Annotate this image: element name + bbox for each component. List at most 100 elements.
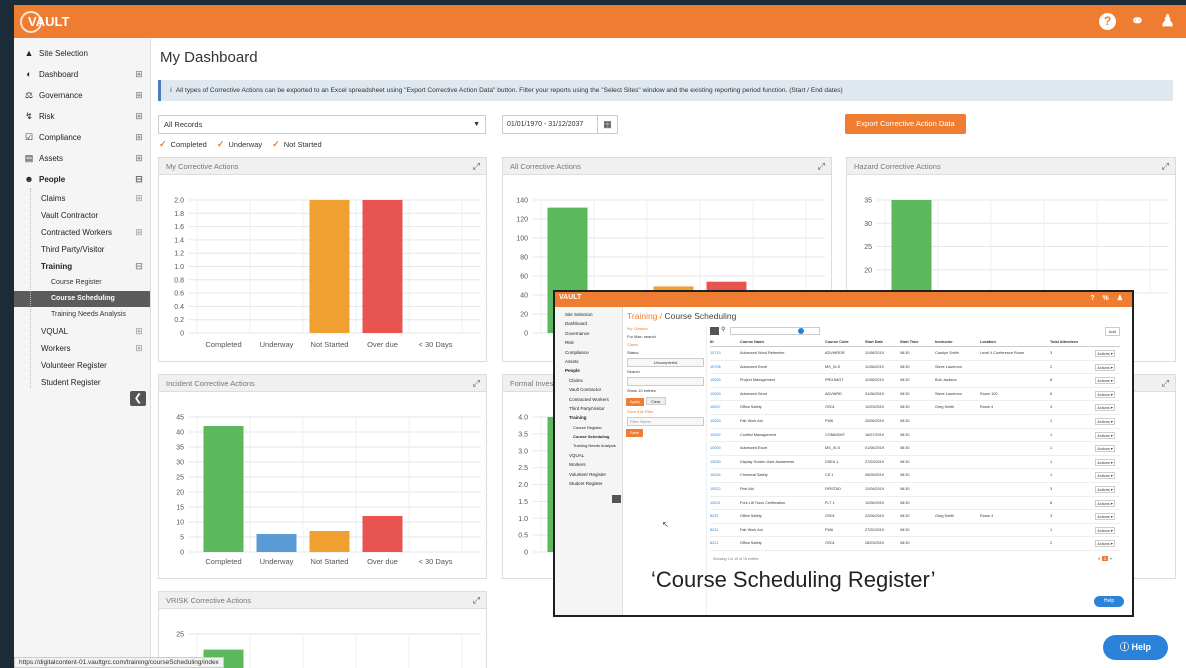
actions-dropdown[interactable]: Actions ▾ [1095, 472, 1115, 480]
overlay-collapse-button[interactable] [612, 495, 621, 503]
overlay-sidebar-item[interactable]: Governance [555, 329, 622, 338]
overlay-sidebar-item[interactable]: Workers [555, 460, 622, 469]
overlay-sidebar-item[interactable]: Course Scheduling [555, 432, 622, 441]
completed-checkbox[interactable]: ✓ Completed [159, 139, 207, 150]
expand-icon[interactable]: ⤢ [1162, 375, 1169, 392]
table-row[interactable]: 10005 Project Management PROJMGT 11/06/2019… [710, 374, 1120, 388]
expand-icon[interactable]: ⊞ [134, 224, 144, 241]
overlay-sidebar-item[interactable]: Course Register [555, 423, 622, 432]
overlay-sidebar-item[interactable]: Vault Contractor [555, 385, 622, 394]
expand-icon[interactable]: ⤢ [473, 592, 480, 609]
sidebar-item-dashboard[interactable]: ◐ Dashboard ⊞ [14, 64, 150, 85]
sidebar-item-course-scheduling[interactable]: Course Scheduling [14, 291, 150, 307]
overlay-sidebar-item[interactable]: Training Needs Analysis [555, 441, 622, 450]
sidebar-item-vqual[interactable]: VQUAL ⊞ [14, 323, 150, 340]
overlay-help-button[interactable]: Help [1094, 596, 1124, 607]
table-row[interactable]: 10706 Advanced Excel MS_XLS 11/06/2019 08:30… [710, 361, 1120, 375]
underway-checkbox[interactable]: ✓ Underway [217, 139, 262, 150]
sidebar-item-workers[interactable]: Workers ⊞ [14, 340, 150, 357]
sidebar-item-volunteer-register[interactable]: Volunteer Register [14, 357, 150, 374]
table-row[interactable]: 8221 Office Safety OS01 28/03/2019 08:30 2 Act… [710, 537, 1120, 551]
apply-button[interactable]: Apply [626, 398, 645, 406]
export-corrective-action-button[interactable]: Export Corrective Action Data [845, 114, 966, 134]
overlay-sidebar-item[interactable]: Third Party/Visitor [555, 404, 622, 413]
expand-icon[interactable]: ⊞ [134, 323, 144, 340]
overlay-sidebar-item[interactable]: Student Register [555, 479, 622, 488]
overlay-sidebar-item[interactable]: Risk [555, 338, 622, 347]
search-icon[interactable]: ⚲ [721, 326, 725, 333]
overlay-sidebar-item[interactable]: People [555, 366, 622, 375]
table-row[interactable]: 10030 Display Screen User Awareness DSEA 1… [710, 456, 1120, 470]
show-entries[interactable]: Show 10 entries [625, 387, 706, 395]
table-row[interactable]: 10007 Office Safety OS01 12/03/2019 08:30 Gre… [710, 401, 1120, 415]
table-row[interactable]: 10713 Advanced Word Refresher ADVWRDR 11/06… [710, 347, 1120, 361]
overlay-sidebar-item[interactable]: Volunteer Register [555, 470, 622, 479]
expand-icon[interactable]: ⤢ [818, 158, 825, 175]
sidebar-item-contracted-workers[interactable]: Contracted Workers ⊞ [14, 224, 150, 241]
table-row[interactable]: 10021 Fork Lift Truck Certification FLT 1 1… [710, 497, 1120, 511]
expand-icon[interactable]: ⊞ [134, 64, 144, 85]
table-row[interactable]: 8231 Fair Work Act FWA 27/02/2019 08:30 1 Acti… [710, 524, 1120, 538]
grid-icon[interactable] [710, 327, 719, 335]
add-button[interactable]: Add [1104, 327, 1120, 336]
actions-dropdown[interactable]: Actions ▾ [1095, 513, 1115, 521]
collapse-icon[interactable]: ⊟ [134, 169, 144, 190]
records-select[interactable]: All Records ▼ [158, 115, 486, 134]
sidebar-item-governance[interactable]: ⚖ Governance ⊞ [14, 85, 150, 106]
actions-dropdown[interactable]: Actions ▾ [1095, 390, 1115, 398]
overlay-sidebar-item[interactable]: Site Selection [555, 310, 622, 319]
actions-dropdown[interactable]: Actions ▾ [1095, 526, 1115, 534]
overlay-sidebar-item[interactable]: Contracted Workers [555, 395, 622, 404]
sidebar-item-student-register[interactable]: Student Register [14, 374, 150, 391]
actions-dropdown[interactable]: Actions ▾ [1095, 445, 1115, 453]
sidebar-item-course-register[interactable]: Course Register [14, 275, 150, 291]
collapse-icon[interactable]: ⊟ [134, 258, 144, 275]
actions-dropdown[interactable]: Actions ▾ [1095, 485, 1115, 493]
actions-dropdown[interactable]: Actions ▾ [1095, 499, 1115, 507]
actions-dropdown[interactable]: Actions ▾ [1095, 404, 1115, 412]
save-button[interactable]: Save [626, 429, 644, 437]
actions-dropdown[interactable]: Actions ▾ [1095, 377, 1115, 385]
sidebar-item-risk[interactable]: ↯ Risk ⊞ [14, 106, 150, 127]
user-icon[interactable]: ♟ [1159, 13, 1176, 30]
table-row[interactable]: 10024 Chemical Safety CS 1 05/05/2019 08:30 1… [710, 469, 1120, 483]
not-started-checkbox[interactable]: ✓ Not Started [272, 139, 321, 150]
status-select[interactable]: Uncompleted [627, 358, 704, 367]
expand-icon[interactable]: ⊞ [134, 190, 144, 207]
expand-icon[interactable]: ⤢ [1162, 158, 1169, 175]
table-row[interactable]: 10000 Advanced Word ADVWRD 01/06/2019 08:30 S… [710, 388, 1120, 402]
table-row[interactable]: 10000 Advanced Excel MS_XLS 01/06/2019 08:30… [710, 442, 1120, 456]
actions-dropdown[interactable]: Actions ▾ [1095, 458, 1115, 466]
overlay-sidebar-item[interactable]: Dashboard [555, 319, 622, 328]
help-button[interactable]: ⓘ Help [1103, 635, 1168, 660]
expand-icon[interactable]: ⊞ [134, 127, 144, 148]
expand-icon[interactable]: ⊞ [134, 85, 144, 106]
sidebar-item-third-party[interactable]: Third Party/Visitor [14, 241, 150, 258]
sidebar-item-people[interactable]: ☻ People ⊟ [14, 169, 150, 190]
actions-dropdown[interactable]: Actions ▾ [1095, 350, 1115, 357]
expand-icon[interactable]: ⤢ [473, 375, 480, 392]
calendar-icon[interactable]: ▦ [597, 116, 617, 133]
sidebar-item-assets[interactable]: ▤ Assets ⊞ [14, 148, 150, 169]
actions-dropdown[interactable]: Actions ▾ [1095, 431, 1115, 439]
overlay-sidebar-item[interactable]: VQUAL [555, 451, 622, 460]
overlay-sidebar-item[interactable]: Compliance [555, 348, 622, 357]
overlay-sidebar-item[interactable]: Assets [555, 357, 622, 366]
sidebar-item-site-selection[interactable]: ▲ Site Selection [14, 43, 150, 64]
sidebar-item-training[interactable]: Training ⊟ [14, 258, 150, 275]
expand-icon[interactable]: ⊞ [134, 106, 144, 127]
search-input[interactable] [627, 377, 704, 386]
date-range-input[interactable]: 01/01/1970 - 31/12/2037 ▦ [502, 115, 618, 134]
sidebar-item-compliance[interactable]: ☑ Compliance ⊞ [14, 127, 150, 148]
sidebar-item-training-needs[interactable]: Training Needs Analysis [14, 307, 150, 323]
actions-dropdown[interactable]: Actions ▾ [1095, 363, 1115, 371]
table-row[interactable]: 8233 Office Safety OS01 22/06/2019 08:30 Greg… [710, 510, 1120, 524]
expand-icon[interactable]: ⊞ [134, 340, 144, 357]
table-search-input[interactable] [730, 327, 820, 335]
expand-icon[interactable]: ⤢ [473, 158, 480, 175]
sidebar-item-claims[interactable]: Claims ⊞ [14, 190, 150, 207]
sidebar-item-vault-contractor[interactable]: Vault Contractor [14, 207, 150, 224]
actions-dropdown[interactable]: Actions ▾ [1095, 540, 1115, 548]
pagination[interactable]: « 1 » [1098, 556, 1112, 561]
info-icon[interactable] [798, 328, 804, 334]
